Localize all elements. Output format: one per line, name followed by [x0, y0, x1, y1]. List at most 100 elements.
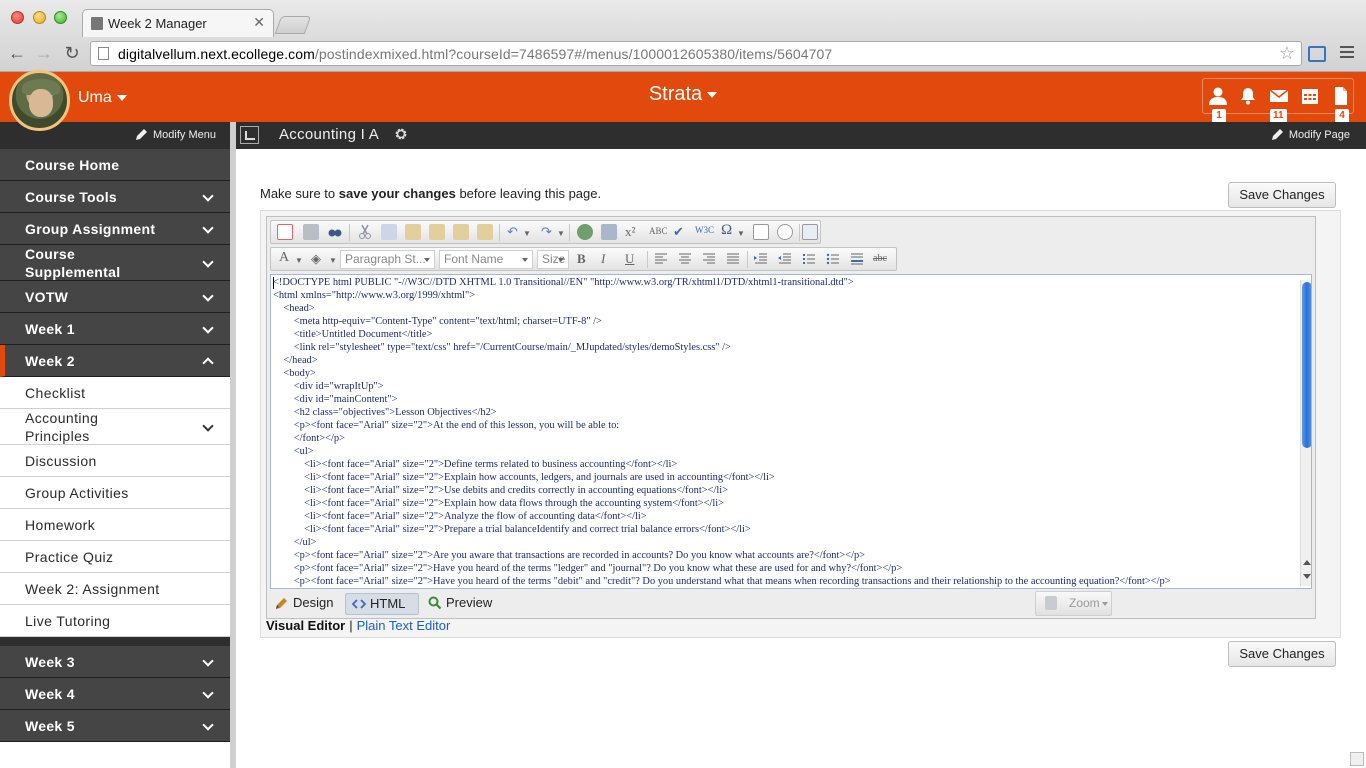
chevron-up-icon[interactable] [202, 357, 214, 369]
sidebar-item-course-home[interactable]: Course Home [0, 149, 230, 181]
undo-menu-icon[interactable]: ▼ [523, 229, 531, 238]
reload-icon[interactable]: ↻ [62, 43, 82, 63]
plain-text-editor-link[interactable]: Plain Text Editor [357, 618, 451, 633]
italic-icon[interactable]: I [601, 251, 605, 267]
font-color-menu-icon[interactable]: ▼ [295, 256, 303, 265]
paste-icon[interactable] [405, 224, 421, 240]
profile-icon[interactable] [1208, 86, 1228, 106]
modify-page-button[interactable]: Modify Page [1271, 127, 1350, 141]
bold-icon[interactable]: B [577, 251, 586, 267]
clock-icon[interactable] [777, 224, 793, 240]
bookmark-star-icon[interactable]: ☆ [1279, 43, 1295, 64]
sidebar-item-live-tutoring[interactable]: Live Tutoring [0, 605, 230, 637]
chevron-down-icon[interactable] [202, 687, 214, 699]
sidebar-item-votw[interactable]: VOTW [0, 281, 230, 313]
html-tab[interactable]: HTML [345, 593, 419, 615]
tab-close-icon[interactable]: ✕ [253, 14, 265, 31]
indent-icon[interactable] [777, 251, 793, 267]
bell-icon[interactable] [1238, 86, 1258, 106]
sidebar-item-week-2[interactable]: Week 2 [0, 345, 230, 377]
superscript-icon[interactable]: x² [625, 224, 635, 240]
document-icon[interactable] [1331, 86, 1351, 106]
modify-menu-button[interactable]: Modify Menu [135, 127, 216, 141]
sidebar-item-week-1[interactable]: Week 1 [0, 313, 230, 345]
align-left-icon[interactable] [653, 251, 669, 267]
paste-html-icon[interactable] [477, 224, 493, 240]
sidebar-item-checklist[interactable]: Checklist [0, 377, 230, 409]
sidebar-item-accounting-principles[interactable]: Accounting Principles [0, 409, 230, 445]
underline-icon[interactable]: U [625, 251, 634, 267]
redo-menu-icon[interactable]: ▼ [557, 229, 565, 238]
mail-icon[interactable] [1269, 86, 1289, 106]
chevron-down-icon[interactable] [202, 190, 214, 202]
fullscreen-icon[interactable] [1308, 46, 1326, 62]
outdent-icon[interactable] [753, 251, 769, 267]
url-text[interactable]: digitalvellum.next.ecollege.com/postinde… [118, 46, 832, 62]
paste-word-icon[interactable] [453, 224, 469, 240]
design-tab[interactable]: Design [269, 593, 341, 615]
vertical-scrollbar[interactable] [1300, 280, 1311, 586]
special-character-icon[interactable]: Ω [721, 222, 732, 239]
copy-icon[interactable] [381, 224, 397, 240]
undo-icon[interactable]: ↶ [507, 224, 518, 240]
sidebar-item-week-3[interactable]: Week 3 [0, 646, 230, 678]
special-character-menu-icon[interactable]: ▼ [737, 229, 745, 238]
avatar[interactable] [9, 70, 70, 131]
html-source-area[interactable]: <!DOCTYPE html PUBLIC "-//W3C//DTD XHTML… [270, 274, 1312, 589]
font-size-select[interactable]: Size [537, 250, 569, 269]
highlight-color-menu-icon[interactable]: ▼ [329, 256, 337, 265]
scrollbar-thumb[interactable] [1302, 282, 1311, 448]
browser-menu-icon[interactable] [1340, 46, 1354, 61]
sidebar-item-week-5[interactable]: Week 5 [0, 710, 230, 742]
font-name-select[interactable]: Font Name [439, 250, 533, 269]
highlight-color-icon[interactable]: ◈ [311, 251, 321, 267]
zoom-dropdown[interactable]: Zoom [1035, 591, 1112, 616]
collapse-sidebar-icon[interactable] [240, 126, 259, 144]
sidebar-item-week-4[interactable]: Week 4 [0, 678, 230, 710]
chevron-down-icon[interactable] [202, 719, 214, 731]
resize-grip-icon[interactable] [1350, 752, 1364, 766]
sidebar-item-course-tools[interactable]: Course Tools [0, 181, 230, 213]
sidebar-item-practice-quiz[interactable]: Practice Quiz [0, 541, 230, 573]
template-icon[interactable] [753, 224, 769, 240]
chevron-down-icon[interactable] [202, 222, 214, 234]
sidebar-item-course-supplemental[interactable]: Course Supplemental [0, 245, 230, 281]
find-icon[interactable] [327, 224, 343, 240]
cut-icon[interactable] [357, 224, 373, 240]
new-document-icon[interactable] [277, 224, 293, 240]
chevron-down-icon[interactable] [202, 420, 214, 432]
align-center-icon[interactable] [677, 251, 693, 267]
font-color-icon[interactable]: A [279, 250, 289, 266]
bulleted-list-icon[interactable] [825, 251, 841, 267]
w3c-validator-icon[interactable]: W3C [695, 225, 714, 235]
align-justify-icon[interactable] [725, 251, 741, 267]
preview-tab[interactable]: Preview [422, 593, 500, 615]
window-minimize-button[interactable] [33, 11, 46, 24]
chevron-down-icon[interactable] [202, 256, 214, 268]
spellcheck-icon[interactable]: ABC [649, 226, 668, 236]
back-arrow-icon[interactable]: ← [7, 43, 27, 63]
gear-icon[interactable] [394, 127, 408, 141]
sidebar-item-week-2-assignment[interactable]: Week 2: Assignment [0, 573, 230, 605]
horizontal-rule-icon[interactable] [849, 251, 865, 267]
table-icon[interactable] [802, 224, 818, 240]
forward-arrow-icon[interactable]: → [34, 43, 54, 63]
paragraph-style-select[interactable]: Paragraph St... [340, 250, 435, 269]
checkmark-icon[interactable]: ✔ [673, 224, 684, 240]
numbered-list-icon[interactable] [801, 251, 817, 267]
address-bar[interactable]: digitalvellum.next.ecollege.com/postinde… [90, 41, 1302, 66]
sidebar-item-group-assignment[interactable]: Group Assignment [0, 213, 230, 245]
paste-text-icon[interactable] [429, 224, 445, 240]
scroll-down-arrow-icon[interactable] [1303, 574, 1311, 579]
print-icon[interactable] [303, 224, 319, 240]
chevron-down-icon[interactable] [202, 290, 214, 302]
redo-icon[interactable]: ↷ [541, 224, 552, 240]
image-icon[interactable] [601, 224, 617, 240]
new-tab-button[interactable] [274, 16, 312, 34]
save-changes-button-bottom[interactable]: Save Changes [1228, 641, 1336, 667]
calendar-icon[interactable] [1300, 86, 1320, 106]
scroll-up-arrow-icon[interactable] [1303, 560, 1311, 565]
chevron-down-icon[interactable] [202, 655, 214, 667]
align-right-icon[interactable] [701, 251, 717, 267]
window-close-button[interactable] [11, 11, 24, 24]
